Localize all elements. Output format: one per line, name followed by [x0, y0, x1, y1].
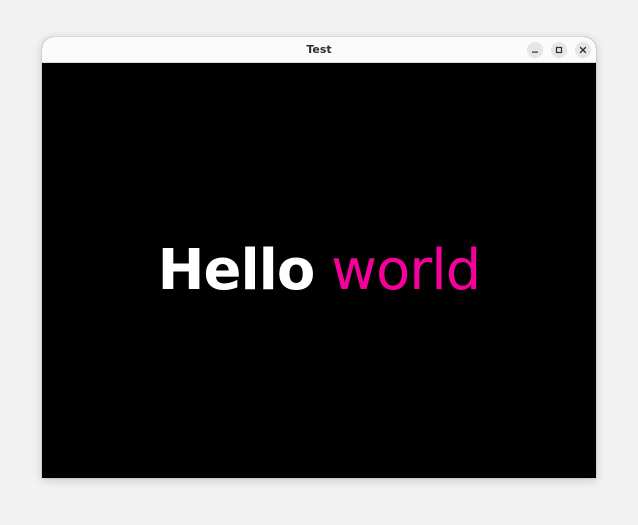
- window-title: Test: [306, 43, 332, 56]
- window-controls: [527, 42, 591, 58]
- title-bar[interactable]: Test: [42, 37, 596, 63]
- greeting-word-hello: Hello: [157, 238, 316, 303]
- minimize-button[interactable]: [527, 42, 543, 58]
- app-window: Test Hello world: [42, 37, 596, 478]
- maximize-icon: [555, 46, 563, 54]
- window-content: Hello world: [42, 63, 596, 478]
- close-button[interactable]: [575, 42, 591, 58]
- maximize-button[interactable]: [551, 42, 567, 58]
- minimize-icon: [532, 51, 538, 53]
- greeting-text: Hello world: [42, 239, 596, 303]
- greeting-word-world: world: [331, 238, 481, 303]
- close-icon: [579, 46, 587, 54]
